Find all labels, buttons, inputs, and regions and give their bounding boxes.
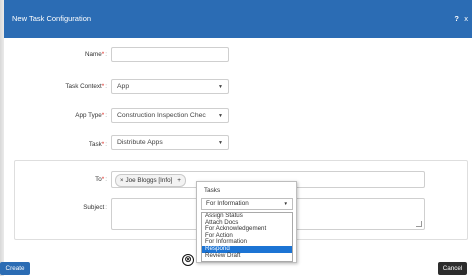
app-type-label: App Type*: — [75, 112, 107, 119]
chevron-down-icon: ▼ — [218, 140, 223, 146]
chevron-down-icon: ▼ — [283, 201, 288, 206]
remove-recipient-icon[interactable]: × — [120, 178, 124, 184]
help-button[interactable]: ? — [454, 14, 459, 23]
chevron-down-icon: ▼ — [218, 113, 223, 119]
list-option[interactable]: Review Draft — [202, 252, 292, 260]
task-context-select[interactable]: App ▼ — [111, 79, 229, 94]
name-input[interactable] — [111, 47, 229, 62]
name-label: Name*: — [85, 51, 107, 58]
popup-header: Tasks — [204, 187, 221, 194]
cancel-button[interactable]: Cancel — [438, 262, 467, 275]
subject-label: Subject: — [83, 204, 107, 211]
app-type-select[interactable]: Construction Inspection Chec ▼ — [111, 108, 229, 123]
resize-grip-icon[interactable] — [416, 221, 422, 227]
create-button[interactable]: Create — [0, 262, 30, 275]
task-label: Task*: — [88, 141, 107, 148]
recipient-name: Joe Bloggs [Info] — [125, 177, 173, 184]
task-type-select[interactable]: For Information ▼ — [201, 198, 293, 210]
chevron-down-icon: ▼ — [218, 84, 223, 90]
required-mark: * — [101, 51, 105, 58]
dialog-title: New Task Configuration — [12, 14, 92, 23]
task-select[interactable]: Distribute Apps ▼ — [111, 135, 229, 150]
to-label: To*: — [95, 176, 107, 183]
add-task-icon[interactable]: + — [177, 177, 181, 184]
dialog-titlebar: New Task Configuration ? x — [4, 0, 472, 38]
close-button[interactable]: x — [464, 14, 468, 23]
task-context-label: Task Context*: — [65, 83, 107, 90]
task-type-list[interactable]: Assign Status Attach Docs For Acknowledg… — [201, 212, 293, 262]
tasks-popup: Tasks For Information ▼ Assign Status At… — [196, 181, 297, 263]
recipient-chip[interactable]: × Joe Bloggs [Info] + — [115, 174, 186, 187]
close-popup-icon[interactable]: ⊗ — [182, 254, 194, 266]
